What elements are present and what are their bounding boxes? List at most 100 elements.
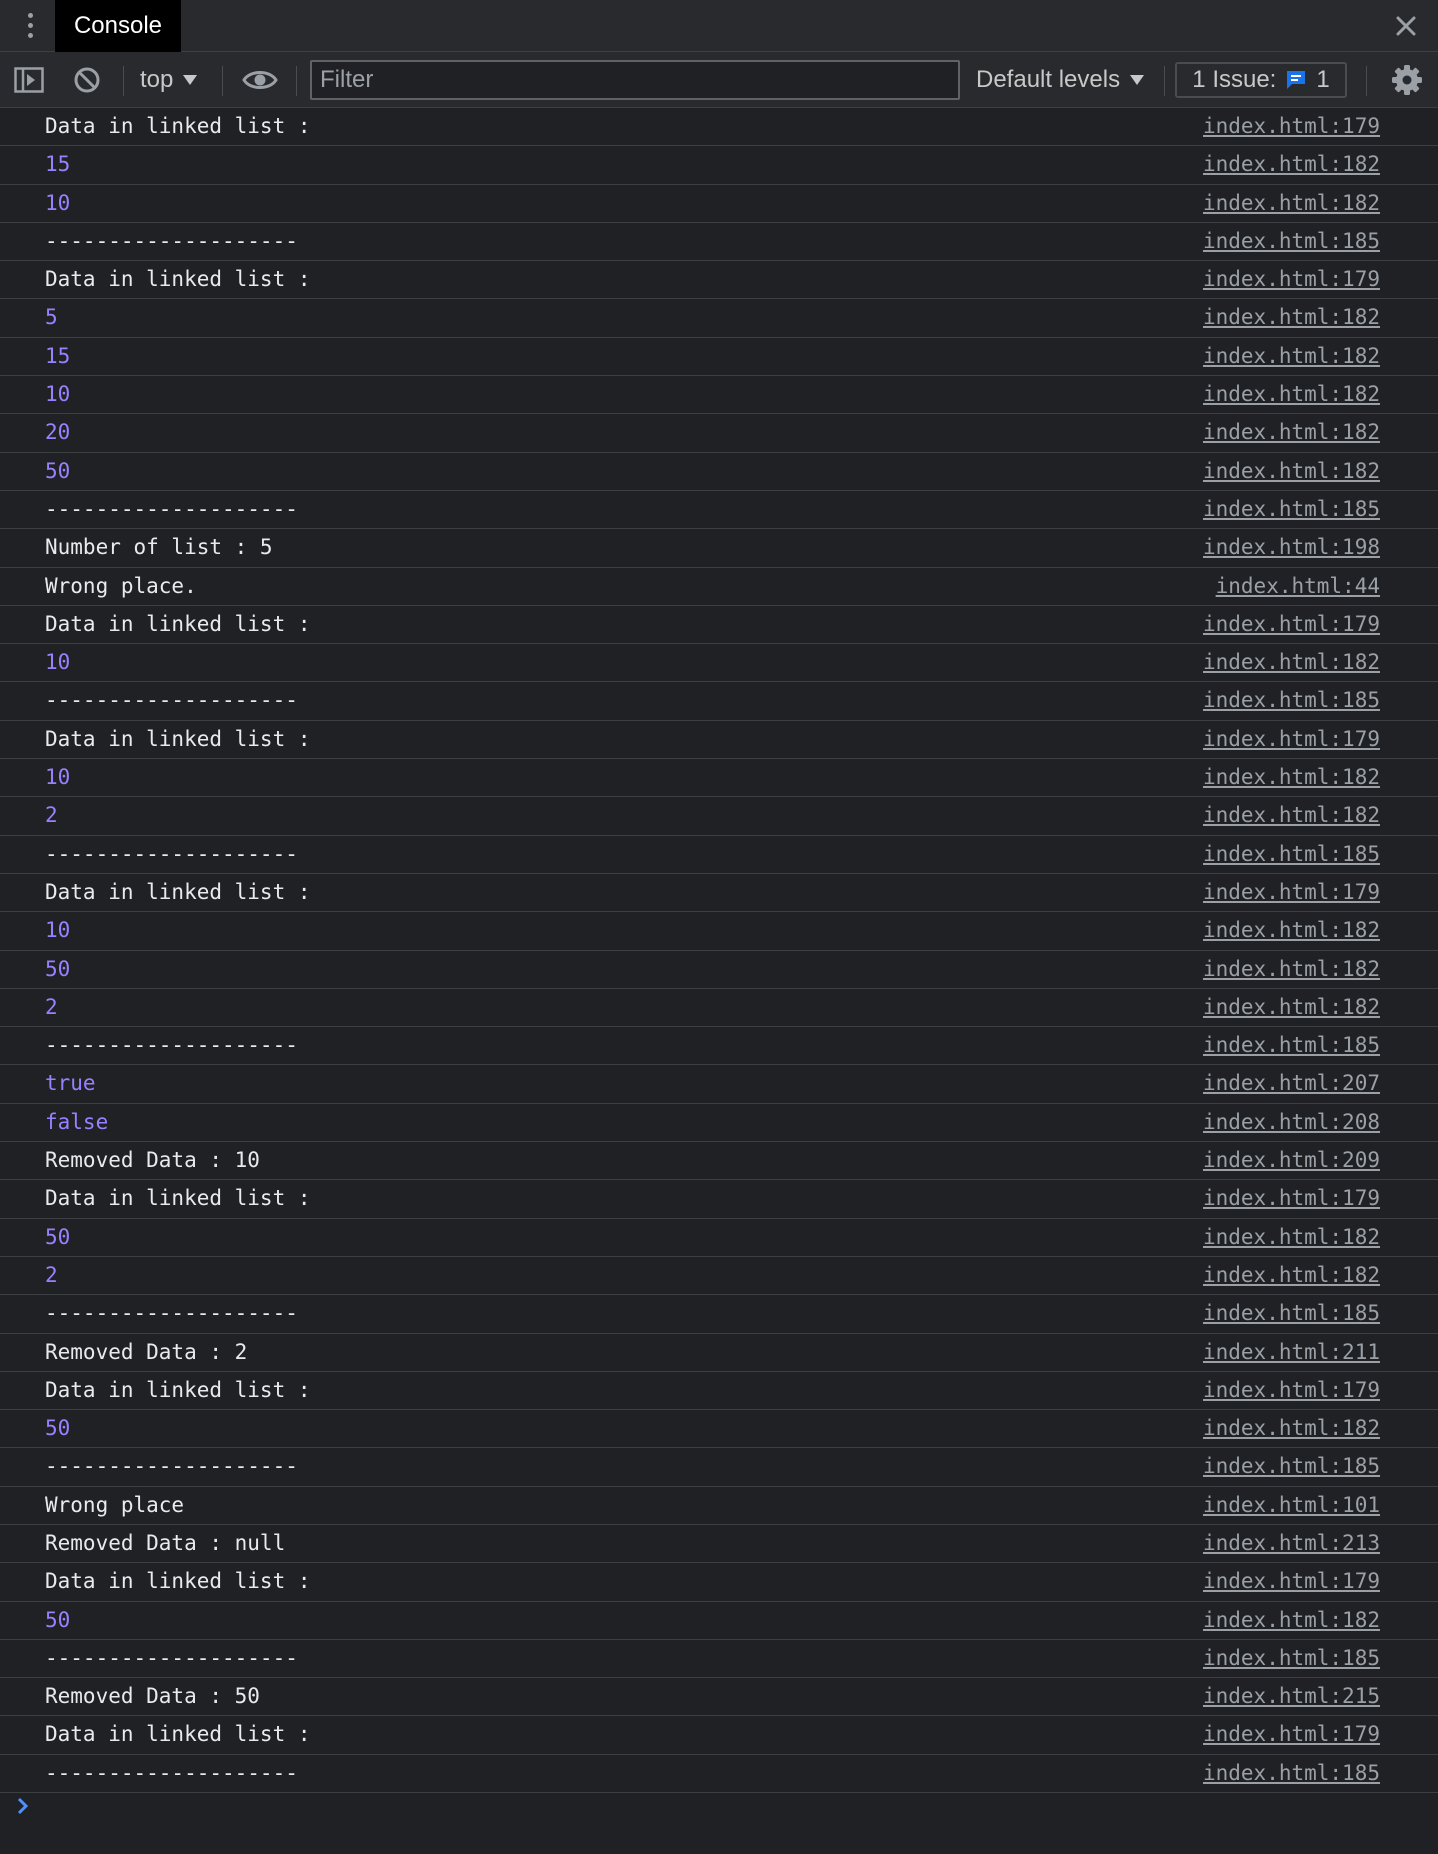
source-link[interactable]: index.html:179	[1203, 1372, 1380, 1409]
source-link[interactable]: index.html:182	[1203, 376, 1380, 413]
console-message: 2 index.html:182	[0, 989, 1438, 1028]
console-message: -------------------- index.html:185	[0, 223, 1438, 262]
toolbar-separator	[1366, 66, 1367, 96]
source-link[interactable]: index.html:182	[1203, 1257, 1380, 1294]
source-link[interactable]: index.html:179	[1203, 261, 1380, 298]
message-text: 20	[45, 420, 71, 445]
message-text: 5	[45, 305, 58, 330]
source-link[interactable]: index.html:185	[1203, 491, 1380, 528]
source-link[interactable]: index.html:198	[1203, 529, 1380, 566]
message-text: --------------------	[45, 688, 298, 713]
console-message: 10 index.html:182	[0, 912, 1438, 951]
source-link[interactable]: index.html:213	[1203, 1525, 1380, 1562]
source-link[interactable]: index.html:182	[1203, 185, 1380, 222]
source-link[interactable]: index.html:182	[1203, 797, 1380, 834]
log-levels-label: Default levels	[976, 66, 1121, 93]
source-link[interactable]: index.html:211	[1203, 1334, 1380, 1371]
source-link[interactable]: index.html:185	[1203, 1448, 1380, 1485]
source-link[interactable]: index.html:185	[1203, 1755, 1380, 1792]
console-message: Data in linked list : index.html:179	[0, 261, 1438, 300]
message-text: Removed Data : 10	[45, 1148, 260, 1173]
console-message: 2 index.html:182	[0, 1257, 1438, 1296]
source-link[interactable]: index.html:179	[1203, 721, 1380, 758]
message-text: Data in linked list :	[45, 726, 311, 751]
source-link[interactable]: index.html:185	[1203, 1640, 1380, 1677]
source-link[interactable]: index.html:182	[1203, 989, 1380, 1026]
source-link[interactable]: index.html:215	[1203, 1678, 1380, 1715]
source-link[interactable]: index.html:179	[1203, 1180, 1380, 1217]
source-link[interactable]: index.html:185	[1203, 836, 1380, 873]
message-text: 15	[45, 343, 71, 368]
message-text: --------------------	[45, 228, 298, 253]
console-message: Data in linked list : index.html:179	[0, 721, 1438, 760]
source-link[interactable]: index.html:182	[1203, 644, 1380, 681]
console-message: 20 index.html:182	[0, 414, 1438, 453]
console-message: 10 index.html:182	[0, 759, 1438, 798]
console-message: 50 index.html:182	[0, 1602, 1438, 1640]
message-text: --------------------	[45, 841, 298, 866]
source-link[interactable]: index.html:179	[1203, 606, 1380, 643]
source-link[interactable]: index.html:182	[1203, 146, 1380, 183]
filter-input[interactable]	[310, 60, 960, 100]
console-message: 50 index.html:182	[0, 1219, 1438, 1257]
source-link[interactable]: index.html:182	[1203, 912, 1380, 949]
clear-console-icon[interactable]	[73, 66, 101, 94]
message-text: --------------------	[45, 496, 298, 521]
source-link[interactable]: index.html:182	[1203, 453, 1380, 490]
console-message: 50 index.html:182	[0, 951, 1438, 989]
message-text: 2	[45, 803, 58, 828]
console-message: -------------------- index.html:185	[0, 836, 1438, 874]
message-text: 50	[45, 956, 71, 981]
console-message: -------------------- index.html:185	[0, 491, 1438, 530]
issues-button[interactable]: 1 Issue: 1	[1175, 62, 1347, 98]
toolbar-separator	[222, 66, 223, 96]
close-icon[interactable]	[1390, 10, 1422, 42]
console-message: -------------------- index.html:185	[0, 1027, 1438, 1066]
source-link[interactable]: index.html:44	[1216, 568, 1380, 605]
source-link[interactable]: index.html:185	[1203, 1027, 1380, 1064]
source-link[interactable]: index.html:179	[1203, 108, 1380, 145]
console-message: Removed Data : null index.html:213	[0, 1525, 1438, 1564]
console-message: Data in linked list : index.html:179	[0, 1180, 1438, 1219]
source-link[interactable]: index.html:209	[1203, 1142, 1380, 1179]
sidebar-toggle-icon[interactable]	[14, 66, 44, 94]
console-message: Data in linked list : index.html:179	[0, 606, 1438, 645]
source-link[interactable]: index.html:179	[1203, 1716, 1380, 1753]
source-link[interactable]: index.html:185	[1203, 223, 1380, 260]
source-link[interactable]: index.html:182	[1203, 759, 1380, 796]
message-text: --------------------	[45, 1301, 298, 1326]
source-link[interactable]: index.html:101	[1203, 1487, 1380, 1524]
source-link[interactable]: index.html:182	[1203, 299, 1380, 336]
source-link[interactable]: index.html:182	[1203, 1219, 1380, 1256]
message-text: --------------------	[45, 1033, 298, 1058]
log-levels-dropdown[interactable]: Default levels	[976, 52, 1145, 108]
message-text: 10	[45, 650, 71, 675]
gear-icon[interactable]	[1391, 64, 1423, 96]
context-selector[interactable]: top	[140, 52, 198, 108]
message-text: 15	[45, 152, 71, 177]
chevron-right-icon[interactable]	[14, 1794, 34, 1818]
source-link[interactable]: index.html:179	[1203, 1563, 1380, 1600]
context-label: top	[140, 66, 174, 93]
message-text: Removed Data : null	[45, 1530, 286, 1555]
kebab-icon[interactable]	[18, 8, 42, 44]
console-message: -------------------- index.html:185	[0, 1755, 1438, 1794]
source-link[interactable]: index.html:182	[1203, 338, 1380, 375]
console-message: 50 index.html:182	[0, 453, 1438, 491]
console-message: 10 index.html:182	[0, 376, 1438, 415]
message-text: Data in linked list :	[45, 1722, 311, 1747]
message-text: 50	[45, 1224, 71, 1249]
source-link[interactable]: index.html:185	[1203, 1295, 1380, 1332]
source-link[interactable]: index.html:182	[1203, 1410, 1380, 1447]
source-link[interactable]: index.html:207	[1203, 1065, 1380, 1102]
console-message: Data in linked list : index.html:179	[0, 108, 1438, 147]
tab-console[interactable]: Console	[55, 0, 181, 52]
source-link[interactable]: index.html:182	[1203, 1602, 1380, 1639]
source-link[interactable]: index.html:182	[1203, 414, 1380, 451]
source-link[interactable]: index.html:185	[1203, 682, 1380, 719]
source-link[interactable]: index.html:208	[1203, 1104, 1380, 1141]
console-message: 10 index.html:182	[0, 644, 1438, 683]
source-link[interactable]: index.html:182	[1203, 951, 1380, 988]
source-link[interactable]: index.html:179	[1203, 874, 1380, 911]
eye-icon[interactable]	[242, 67, 278, 93]
